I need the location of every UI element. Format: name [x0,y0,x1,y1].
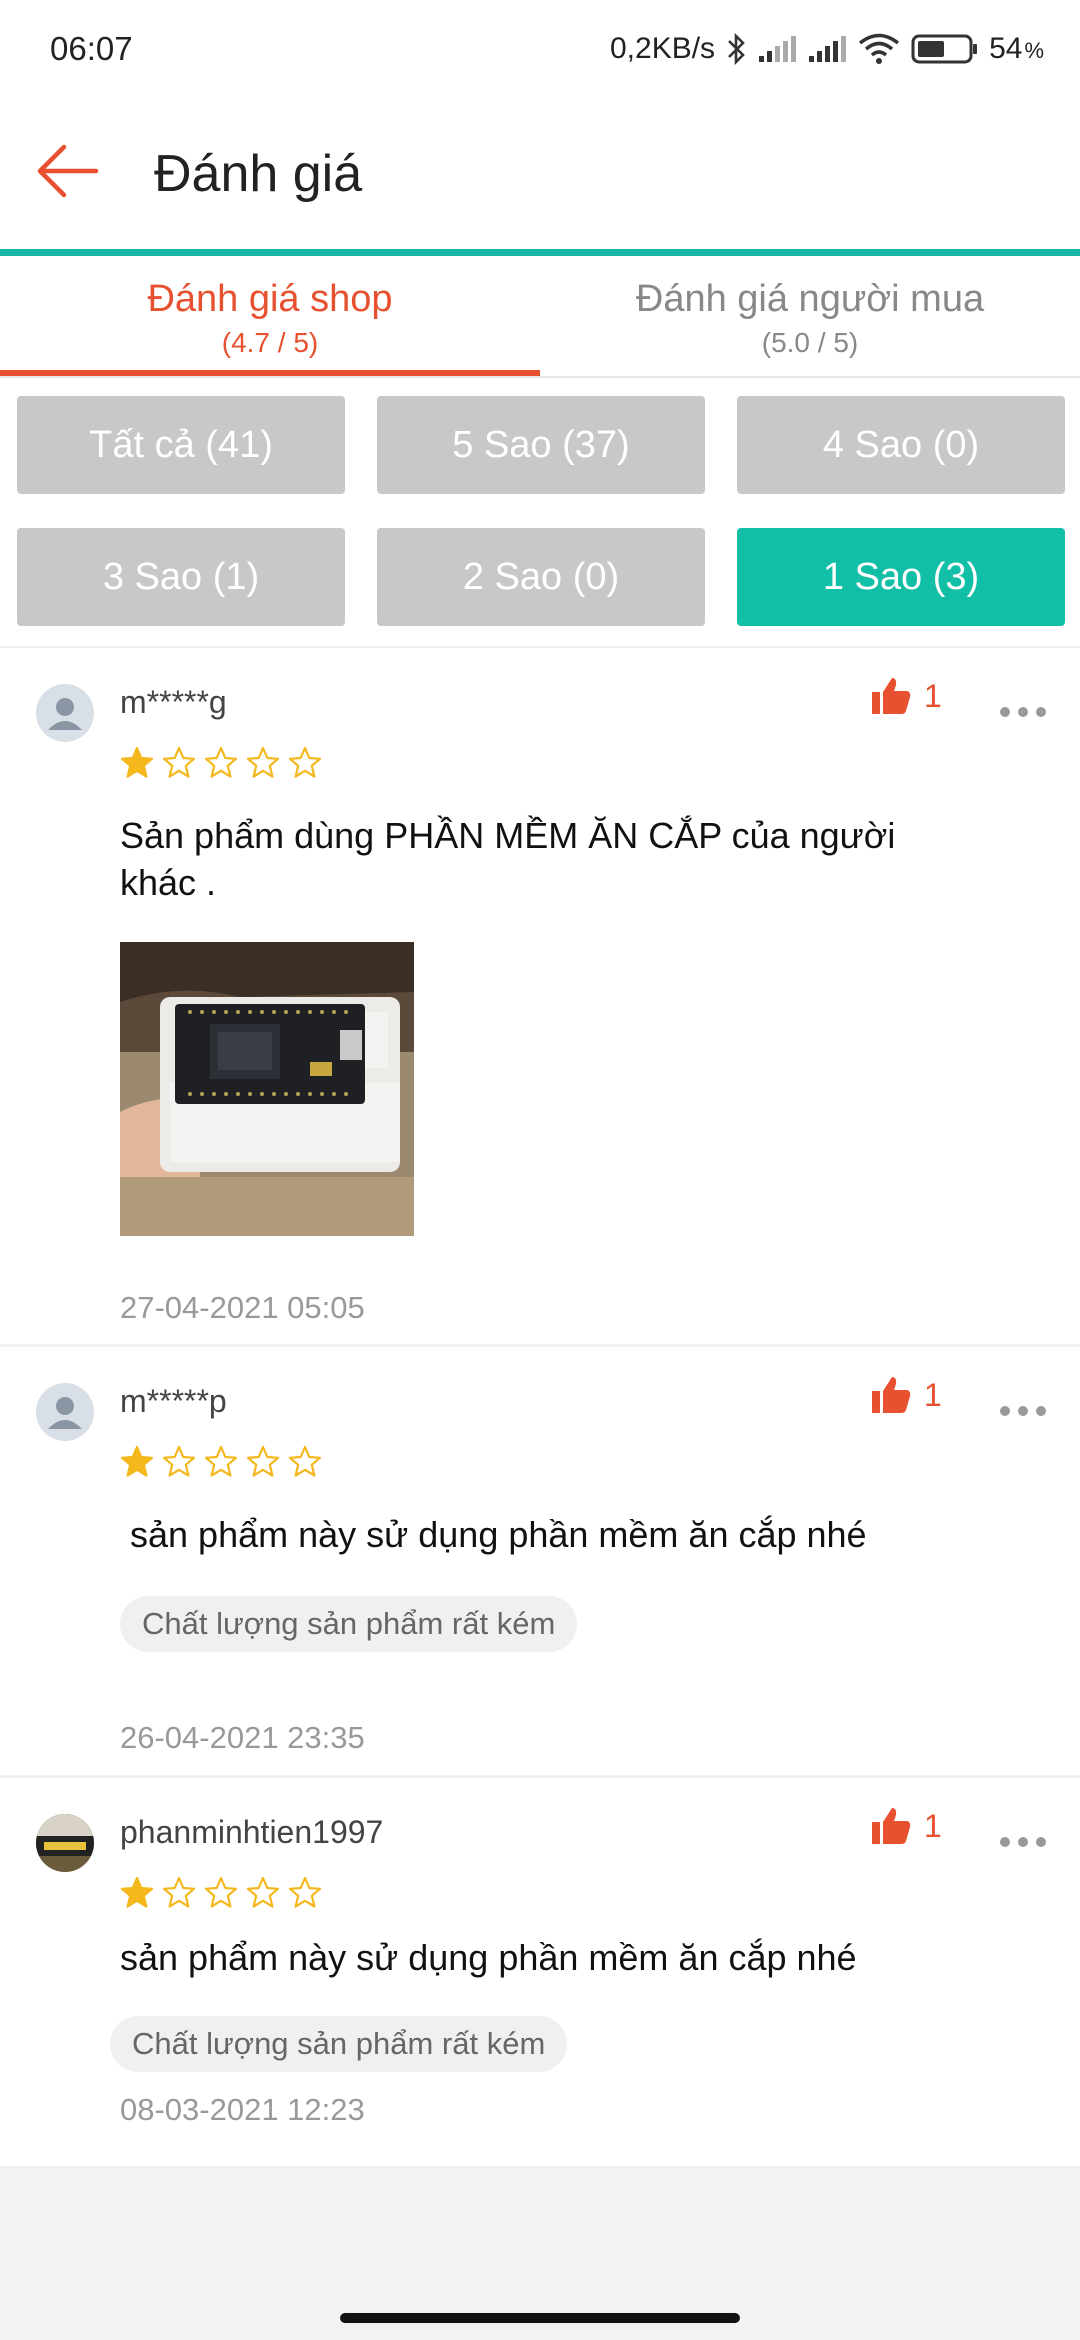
star-filled-icon [120,1445,154,1477]
person-icon [48,1397,82,1429]
star-rating [120,746,322,780]
person-icon [48,698,82,730]
star-empty-icon [162,1445,196,1477]
review-item: m*****p 1 sản phẩm này sử dụng phần mềm … [0,1347,1080,1775]
avatar [36,1814,94,1872]
star-empty-icon [288,1876,322,1908]
battery-value: 54 [989,32,1023,65]
review-text: sản phẩm này sử dụng phần mềm ăn cắp nhé [120,1937,857,1978]
review-text: sản phẩm này sử dụng phần mềm ăn cắp nhé [120,1514,867,1555]
review-username: m*****p [120,1383,227,1419]
like-button[interactable]: 1 [870,1375,942,1415]
rating-tabs: Đánh giá shop (4.7 / 5) Đánh giá người m… [0,256,1080,378]
status-time: 06:07 [50,30,133,67]
tab-shop-rating[interactable]: Đánh giá shop (4.7 / 5) [0,256,540,376]
filter-2-star[interactable]: 2 Sao (0) [377,528,705,626]
like-count: 1 [924,1376,942,1413]
quality-tag: Chất lượng sản phẩm rất kém [120,1596,578,1652]
star-empty-icon [288,746,322,778]
avatar [36,684,94,742]
signal-icon [759,36,797,62]
review-item: m*****g 1 Sản phẩm dùng PHẦN MỀM ĂN CẮP … [0,648,1080,1344]
thumbs-up-icon [872,1808,911,1844]
like-button[interactable]: 1 [870,1806,942,1846]
quality-tag: Chất lượng sản phẩm rất kém [110,2016,568,2072]
thumbs-up-icon [872,678,911,714]
like-button[interactable]: 1 [870,676,942,716]
signal-icon [809,36,847,62]
star-filters: Tất cả (41) 5 Sao (37) 4 Sao (0) 3 Sao (… [0,378,1080,646]
star-empty-icon [204,746,238,778]
filter-5-star[interactable]: 5 Sao (37) [377,396,705,494]
like-count: 1 [924,1807,942,1844]
filter-3-star[interactable]: 3 Sao (1) [17,528,345,626]
more-dots-icon[interactable] [1000,1399,1050,1423]
tab-score: (5.0 / 5) [761,327,859,358]
filter-all[interactable]: Tất cả (41) [17,396,345,494]
back-button[interactable] [34,138,100,204]
battery-icon [911,34,978,64]
active-tab-indicator [0,370,540,376]
star-empty-icon [288,1445,322,1477]
filter-4-star[interactable]: 4 Sao (0) [737,396,1065,494]
arrow-left-icon [37,144,99,198]
star-empty-icon [246,746,280,778]
star-empty-icon [204,1876,238,1908]
star-empty-icon [246,1445,280,1477]
review-text: Sản phẩm dùng PHẦN MỀM ĂN CẮP của người … [120,815,896,903]
star-filled-icon [120,1876,154,1908]
star-empty-icon [204,1445,238,1477]
bluetooth-icon [728,32,745,66]
page-title: Đánh giá [154,145,363,203]
star-empty-icon [162,1876,196,1908]
review-date: 27-04-2021 05:05 [120,1290,365,1325]
network-speed: 0,2KB/s [610,32,716,65]
battery-percent: 54% [989,32,1044,66]
status-icons: 0,2KB/s 54% [610,24,1044,74]
header-divider [0,249,1080,256]
review-username: m*****g [120,684,227,720]
thumbs-up-icon [872,1377,911,1413]
star-empty-icon [162,746,196,778]
avatar [36,1383,94,1441]
tab-label: Đánh giá người mua [635,278,985,320]
review-username: phanminhtien1997 [120,1814,384,1850]
tab-label: Đánh giá shop [147,278,393,320]
wifi-icon [858,33,900,64]
tab-score: (4.7 / 5) [221,327,319,358]
star-filled-icon [120,746,154,778]
more-dots-icon[interactable] [1000,1830,1050,1854]
like-count: 1 [924,677,942,714]
product-photo-image [120,942,414,1236]
star-rating [120,1445,322,1479]
tab-buyer-rating[interactable]: Đánh giá người mua (5.0 / 5) [540,256,1080,376]
review-date: 26-04-2021 23:35 [120,1720,365,1755]
user-photo-avatar [36,1814,94,1872]
battery-unit: % [1024,38,1044,63]
home-indicator[interactable] [340,2313,740,2323]
more-dots-icon[interactable] [1000,700,1050,724]
review-date: 08-03-2021 12:23 [120,2092,365,2127]
filter-1-star[interactable]: 1 Sao (3) [737,528,1065,626]
review-item: phanminhtien1997 1 sản phẩm này sử dụng … [0,1778,1080,2166]
star-empty-icon [246,1876,280,1908]
star-rating [120,1876,322,1910]
review-photo[interactable] [120,942,414,1236]
